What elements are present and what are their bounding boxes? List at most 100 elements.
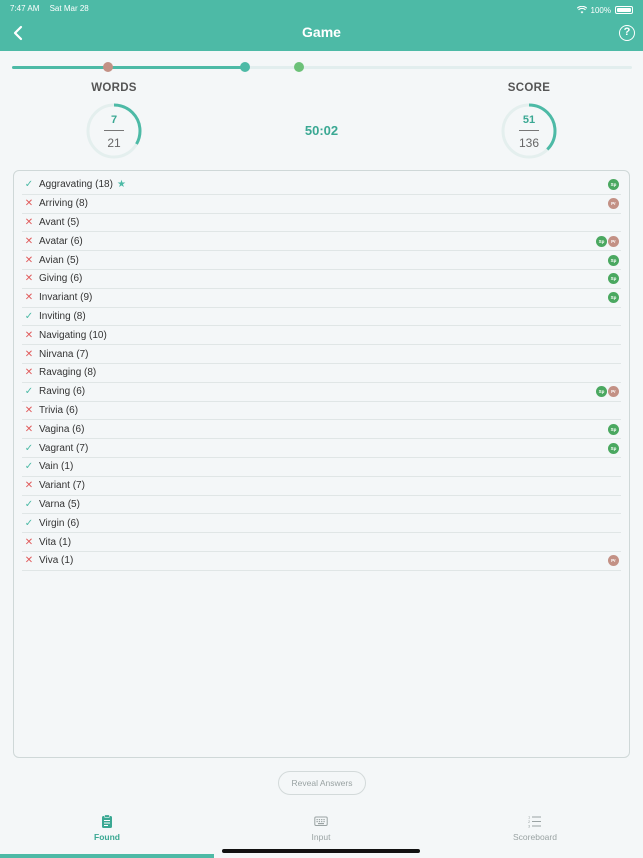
word-text: Viva (1): [39, 555, 74, 567]
word-text: Aggravating (18): [39, 179, 113, 191]
score-value: 51: [522, 114, 536, 126]
list-item[interactable]: ✕ Giving (6) Sp: [22, 270, 621, 289]
words-label: WORDS: [91, 82, 137, 94]
cross-icon: ✕: [24, 235, 34, 247]
list-item[interactable]: ✕ Invariant (9) Sp: [22, 289, 621, 308]
cross-icon: ✕: [24, 216, 34, 228]
cross-icon: ✕: [24, 198, 34, 210]
list-item[interactable]: ✕ Avatar (6) Sp Pr: [22, 232, 621, 252]
progress-track: [12, 62, 632, 72]
word-text: Vain (1): [39, 461, 74, 473]
word-text: Avatar (6): [39, 235, 83, 247]
words-total: 21: [107, 136, 121, 150]
list-item[interactable]: ✓ Vagrant (7) Sp: [22, 439, 621, 458]
cross-icon: ✕: [24, 292, 34, 304]
word-badges: Sp: [608, 423, 619, 435]
cross-icon: ✕: [24, 536, 34, 548]
sp-marker: [294, 62, 305, 72]
list-item[interactable]: ✕ Trivia (6): [22, 402, 621, 421]
keyboard-icon: [314, 816, 328, 826]
word-text: Raving (6): [39, 386, 86, 398]
list-item[interactable]: ✓ Virgin (6): [22, 514, 621, 534]
star-icon: ★: [116, 179, 126, 191]
status-bar: 7:47 AM Sat Mar 28 100%: [10, 4, 633, 16]
word-text: Invariant (9): [39, 292, 93, 304]
check-icon: ✓: [24, 442, 34, 454]
word-text: Avant (5): [39, 216, 80, 228]
sp-badge: Sp: [608, 179, 619, 191]
status-date: Sat Mar 28: [49, 4, 89, 13]
list-item[interactable]: ✓ Varna (5): [22, 496, 621, 515]
word-text: Vagrant (7): [39, 442, 89, 454]
cross-icon: ✕: [24, 254, 34, 266]
word-text: Virgin (6): [39, 517, 80, 529]
tab-scoreboard[interactable]: 123 Scoreboard: [428, 814, 642, 858]
list-item[interactable]: ✓ Vain (1): [22, 458, 621, 477]
list-item[interactable]: ✓ Raving (6) Sp Pr: [22, 383, 621, 402]
active-tab-indicator: [0, 854, 214, 858]
check-icon: ✓: [24, 498, 34, 510]
word-badges: Sp: [608, 273, 619, 285]
current-marker: [239, 62, 250, 72]
sp-badge: Sp: [608, 423, 619, 435]
list-item[interactable]: ✕ Arriving (8) Pr: [22, 195, 621, 214]
word-badges: Sp Pr: [596, 235, 619, 247]
list-item[interactable]: ✕ Vagina (6) Sp: [22, 420, 621, 440]
word-list[interactable]: ✓ Aggravating (18) ★ Sp ✕ Arriving (8) Pr ✕ Avan…: [13, 170, 630, 758]
cross-icon: ✕: [24, 329, 34, 341]
list-item[interactable]: ✕ Avian (5) Sp: [22, 251, 621, 270]
list-item[interactable]: ✕ Navigating (10): [22, 326, 621, 346]
nav-bar: 7:47 AM Sat Mar 28 100% Game ?: [0, 0, 643, 51]
list-item[interactable]: ✓ Aggravating (18) ★ Sp: [22, 176, 621, 195]
check-icon: ✓: [24, 386, 34, 398]
list-item[interactable]: ✕ Avant (5): [22, 214, 621, 233]
words-ring: 7 21: [85, 102, 143, 160]
check-icon: ✓: [24, 310, 34, 322]
help-button[interactable]: ?: [619, 25, 635, 41]
wifi-icon: [576, 6, 587, 14]
reveal-answers-button[interactable]: Reveal Answers: [278, 771, 366, 795]
sp-badge: Sp: [608, 292, 619, 304]
list-icon: 123: [528, 815, 541, 829]
score-ring: 51 136: [500, 102, 558, 160]
tab-found[interactable]: Found: [0, 814, 214, 858]
cross-icon: ✕: [24, 367, 34, 379]
svg-text:3: 3: [528, 824, 531, 829]
word-text: Nirvana (7): [39, 348, 89, 360]
word-text: Trivia (6): [39, 404, 79, 416]
word-text: Navigating (10): [39, 329, 107, 341]
word-badges: Sp: [608, 442, 619, 454]
timer: 50:02: [304, 123, 339, 138]
question-circle-icon: ?: [623, 26, 631, 38]
page-title: Game: [302, 24, 341, 40]
cross-icon: ✕: [24, 480, 34, 492]
list-item[interactable]: ✓ Inviting (8): [22, 308, 621, 327]
cross-icon: ✕: [24, 273, 34, 285]
tab-scoreboard-label: Scoreboard: [513, 832, 557, 842]
progress-fill: [12, 66, 245, 69]
word-text: Vita (1): [39, 536, 72, 548]
word-badges: Sp Pr: [596, 386, 619, 398]
words-found: 7: [110, 114, 118, 126]
sp-badge: Sp: [608, 442, 619, 454]
sp-badge: Sp: [608, 254, 619, 266]
word-badges: Pr: [608, 555, 619, 567]
list-item[interactable]: ✕ Ravaging (8): [22, 364, 621, 383]
cross-icon: ✕: [24, 404, 34, 416]
word-text: Variant (7): [39, 480, 85, 492]
pr-badge: Pr: [608, 198, 619, 210]
list-item[interactable]: ✕ Vita (1): [22, 533, 621, 552]
home-indicator: [222, 849, 420, 853]
cross-icon: ✕: [24, 348, 34, 360]
clipboard-icon: [102, 814, 112, 828]
list-item[interactable]: ✕ Nirvana (7): [22, 345, 621, 364]
sp-badge: Sp: [596, 386, 607, 398]
tab-bar: Found Input 123 Scoreboard: [0, 806, 643, 858]
word-badges: Pr: [608, 198, 619, 210]
word-text: Varna (5): [39, 498, 80, 510]
list-item[interactable]: ✕ Viva (1) Pr: [22, 552, 621, 571]
score-total: 136: [518, 136, 540, 150]
tab-found-label: Found: [94, 832, 120, 842]
pr-badge: Pr: [608, 235, 619, 247]
list-item[interactable]: ✕ Variant (7): [22, 477, 621, 496]
